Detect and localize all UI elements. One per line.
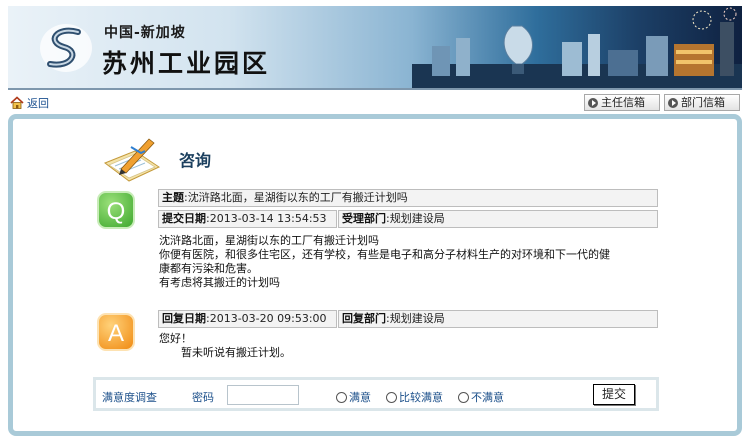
radio-dissatisfied-label: 不满意 (471, 391, 504, 404)
radio-circle-icon[interactable] (336, 391, 347, 403)
accept-dept-field: 受理部门:规划建设局 (338, 210, 658, 228)
answer-body: 您好！ 暂未听说有搬迁计划。 (159, 332, 659, 360)
radio-dissatisfied[interactable]: 不满意 (458, 389, 504, 405)
radio-satisfied-label: 满意 (349, 391, 371, 404)
banner-country-line: 中国-新加坡 (104, 25, 186, 41)
answer-badge-icon: A (97, 313, 135, 351)
reply-dept-field: 回复部门:规划建设局 (338, 310, 658, 328)
back-link[interactable]: 返回 (10, 95, 49, 111)
dept-mailbox-button[interactable]: 部门信箱 (664, 94, 740, 111)
header-banner: 中国-新加坡 苏州工业园区 (8, 6, 742, 90)
submit-date-value: 2013-03-14 13:54:53 (209, 212, 327, 225)
home-icon (10, 96, 24, 109)
director-mailbox-label: 主任信箱 (601, 96, 645, 109)
radio-satisfied[interactable]: 满意 (336, 389, 371, 405)
survey-title: 满意度调查 (102, 391, 157, 404)
accept-dept-value: 规划建设局 (389, 212, 445, 225)
banner-park-name: 苏州工业园区 (102, 49, 271, 78)
subject-value: 沈浒路北面，星湖街以东的工厂有搬迁计划吗 (187, 191, 408, 204)
circle-arrow-icon (588, 97, 598, 108)
answer-greeting: 您好！ (159, 332, 192, 345)
submit-button[interactable]: 提交 (593, 384, 635, 405)
question-line: 康都有污染和危害。 (159, 262, 258, 275)
submit-date-field: 提交日期:2013-03-14 13:54:53 (158, 210, 337, 228)
accept-dept-label: 受理部门 (342, 212, 386, 225)
reply-date-field: 回复日期:2013-03-20 09:53:00 (158, 310, 337, 328)
radio-circle-icon[interactable] (458, 391, 469, 403)
consult-panel: 咨询 Q 主题:沈浒路北面，星湖街以东的工厂有搬迁计划吗 提交日期:2013-0… (8, 114, 742, 436)
password-input[interactable] (227, 385, 299, 405)
city-skyline-image (412, 7, 742, 88)
radio-circle-icon[interactable] (386, 391, 397, 403)
submit-date-label: 提交日期 (162, 212, 206, 225)
satisfaction-survey: 满意度调查 密码 满意 比较满意 不满意 提交 (93, 377, 659, 411)
question-line: 你便有医院，和很多住宅区，还有学校，有些是电子和高分子材料生产的对环境和下一代的… (159, 248, 610, 261)
subject-label: 主题 (162, 191, 184, 204)
nav-bar: 返回 主任信箱 部门信箱 (8, 92, 742, 114)
reply-dept-value: 规划建设局 (389, 312, 445, 325)
notepad-pencil-icon (103, 138, 161, 182)
back-link-label: 返回 (27, 97, 49, 110)
circle-arrow-icon (668, 97, 678, 108)
subject-field: 主题:沈浒路北面，星湖街以东的工厂有搬迁计划吗 (158, 189, 658, 207)
question-body: 沈浒路北面，星湖街以东的工厂有搬迁计划吗 你便有医院，和很多住宅区，还有学校，有… (159, 234, 659, 290)
question-line: 有考虑将其搬迁的计划吗 (159, 276, 280, 289)
dept-mailbox-label: 部门信箱 (681, 96, 725, 109)
sip-logo-icon (40, 24, 92, 72)
reply-dept-label: 回复部门 (342, 312, 386, 325)
page-title: 咨询 (179, 151, 212, 170)
answer-text: 暂未听说有搬迁计划。 (181, 346, 291, 359)
question-badge-icon: Q (97, 191, 135, 229)
radio-fairly-satisfied[interactable]: 比较满意 (386, 389, 443, 405)
radio-fairly-satisfied-label: 比较满意 (399, 391, 443, 404)
reply-date-label: 回复日期 (162, 312, 206, 325)
password-label: 密码 (192, 391, 214, 404)
reply-date-value: 2013-03-20 09:53:00 (209, 312, 327, 325)
question-line: 沈浒路北面，星湖街以东的工厂有搬迁计划吗 (159, 234, 379, 247)
director-mailbox-button[interactable]: 主任信箱 (584, 94, 660, 111)
